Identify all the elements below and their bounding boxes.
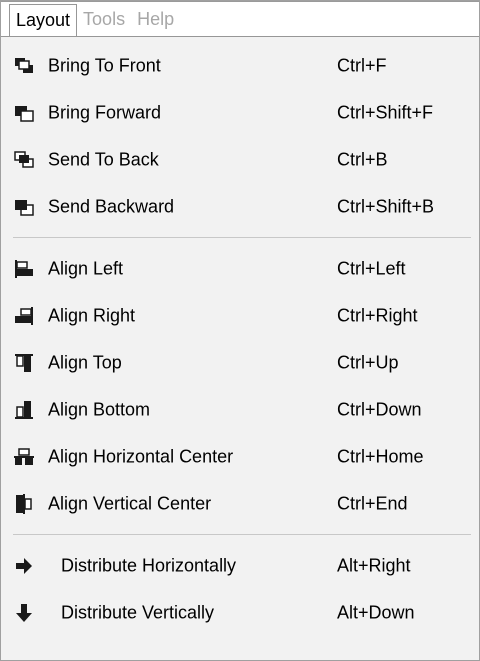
menu-item-shortcut: Alt+Right xyxy=(337,555,411,575)
send-to-back-icon xyxy=(14,150,34,168)
menu-item-bring-to-front[interactable]: Bring To Front Ctrl+F xyxy=(1,42,479,89)
menu-item-label: Align Bottom xyxy=(48,399,151,419)
menu-item-label: Align Top xyxy=(48,352,122,372)
menu-item-align-horizontal-center[interactable]: Align Horizontal Center Ctrl+Home xyxy=(1,433,479,480)
menu-item-shortcut: Ctrl+Shift+F xyxy=(337,102,434,122)
menu-bar: Layout Tools Help xyxy=(1,1,479,36)
arrow-down-icon xyxy=(16,603,32,622)
align-bottom-icon xyxy=(15,400,33,419)
menu-item-label: Bring Forward xyxy=(48,102,162,122)
menu-item-shortcut: Ctrl+End xyxy=(337,493,408,513)
menu-item-shortcut: Alt+Down xyxy=(337,602,415,622)
menu-item-align-bottom[interactable]: Align Bottom Ctrl+Down xyxy=(1,386,479,433)
menu-tools[interactable]: Tools xyxy=(77,4,131,36)
menu-item-shortcut: Ctrl+Down xyxy=(337,399,422,419)
menu-help[interactable]: Help xyxy=(131,4,180,36)
align-top-icon xyxy=(15,353,33,372)
bring-to-front-icon xyxy=(15,57,33,73)
menu-item-label: Bring To Front xyxy=(48,55,161,75)
send-backward-icon xyxy=(15,199,34,216)
menu-item-label: Align Right xyxy=(48,305,136,325)
menu-item-align-left[interactable]: Align Left Ctrl+Left xyxy=(1,245,479,292)
align-horizontal-center-icon xyxy=(14,447,34,465)
align-vertical-center-icon xyxy=(16,493,32,514)
menu-item-label: Send Backward xyxy=(48,196,175,216)
menu-item-distribute-vertically[interactable]: Distribute Vertically Alt+Down xyxy=(1,589,479,636)
menu-item-shortcut: Ctrl+F xyxy=(337,55,387,75)
menu-item-align-vertical-center[interactable]: Align Vertical Center Ctrl+End xyxy=(1,480,479,527)
menu-item-send-backward[interactable]: Send Backward Ctrl+Shift+B xyxy=(1,183,479,230)
menu-item-shortcut: Ctrl+Shift+B xyxy=(337,196,435,216)
menu-separator xyxy=(13,534,471,535)
menu-item-align-right[interactable]: Align Right Ctrl+Right xyxy=(1,292,479,339)
menu-item-label: Align Left xyxy=(48,258,124,278)
bring-forward-icon xyxy=(15,105,34,122)
window: Layout Tools Help Bring To Front Ctrl+F … xyxy=(0,0,480,661)
menubar-edge xyxy=(1,1,479,2)
menu-item-shortcut: Ctrl+Home xyxy=(337,446,424,466)
align-left-icon xyxy=(15,259,33,278)
menu-layout[interactable]: Layout xyxy=(9,4,78,36)
menu-item-label: Align Vertical Center xyxy=(48,493,212,513)
menu-item-bring-forward[interactable]: Bring Forward Ctrl+Shift+F xyxy=(1,89,479,136)
menu-item-shortcut: Ctrl+Up xyxy=(337,352,399,372)
menu-item-shortcut: Ctrl+B xyxy=(337,149,388,169)
menu-item-label: Distribute Vertically xyxy=(61,602,215,622)
menu-item-align-top[interactable]: Align Top Ctrl+Up xyxy=(1,339,479,386)
menu-item-label: Distribute Horizontally xyxy=(61,555,237,575)
menu-item-label: Send To Back xyxy=(48,149,159,169)
menu-item-shortcut: Ctrl+Left xyxy=(337,258,406,278)
menu-separator xyxy=(13,237,471,238)
menu-item-shortcut: Ctrl+Right xyxy=(337,305,418,325)
layout-menu-dropdown: Bring To Front Ctrl+F Bring Forward Ctrl… xyxy=(1,36,479,660)
menu-item-send-to-back[interactable]: Send To Back Ctrl+B xyxy=(1,136,479,183)
align-right-icon xyxy=(15,306,33,325)
menu-item-distribute-horizontally[interactable]: Distribute Horizontally Alt+Right xyxy=(1,542,479,589)
menu-item-label: Align Horizontal Center xyxy=(48,446,234,466)
arrow-right-icon xyxy=(16,557,32,574)
